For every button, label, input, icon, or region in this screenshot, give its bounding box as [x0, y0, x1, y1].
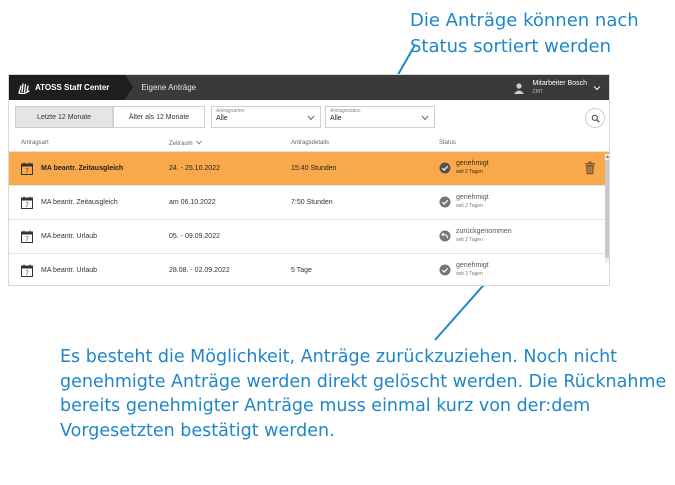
request-period: 05. - 09.09.2022 [169, 233, 220, 240]
chevron-down-icon [421, 115, 429, 121]
header-period[interactable]: Zeitraum [169, 140, 203, 147]
status-since: seit 2 Tagen [456, 237, 483, 243]
status-text: genehmigt [456, 194, 489, 201]
request-status: zurückgenommen seit 2 Tagen [439, 228, 512, 243]
request-status-dropdown[interactable]: Antragsstatus Alle [325, 106, 435, 128]
annotation-top: Die Anträge können nach Status sortiert … [410, 10, 639, 57]
status-since: seit 2 Tagen [456, 271, 483, 277]
check-circle-icon [439, 264, 451, 276]
request-type: MA beantr. Urlaub [41, 267, 98, 274]
user-avatar-icon [513, 82, 524, 94]
chevron-down-icon [307, 115, 315, 121]
calendar-icon: 7 [21, 230, 33, 243]
table-header: Antragsart Zeitraum Antragsdetails Statu… [9, 134, 609, 152]
header-status[interactable]: Status [439, 140, 456, 146]
request-status: genehmigt seit 2 Tagen [439, 160, 489, 175]
table-row[interactable]: 7 MA beantr. Urlaub 28.08. - 02.09.2022 … [9, 254, 609, 285]
request-details: 15:40 Stunden [291, 165, 337, 172]
user-name: Mitarbeiter Bosch [532, 79, 587, 87]
range-older-12-button[interactable]: Älter als 12 Monate [113, 106, 205, 128]
request-status-value: Alle [330, 115, 342, 122]
search-button[interactable] [585, 108, 605, 128]
check-circle-icon [439, 162, 451, 174]
request-type: MA beantr. Urlaub [41, 233, 98, 240]
request-period: am 06.10.2022 [169, 199, 216, 206]
user-org: ZMT [532, 88, 543, 95]
header-type[interactable]: Antragsart [21, 140, 49, 146]
undo-circle-icon [439, 230, 451, 242]
range-last-12-button[interactable]: Letzte 12 Monate [15, 106, 113, 128]
status-text: zurückgenommen [456, 228, 512, 235]
status-text: genehmigt [456, 262, 489, 269]
calendar-icon: 7 [21, 162, 33, 175]
app-window: ATOSS Staff Center Eigene Anträge Mitarb… [8, 74, 610, 286]
request-status: genehmigt seit 2 Tagen [439, 262, 489, 277]
request-list: 7 MA beantr. Zeitausgleich 24. - 25.10.2… [9, 152, 609, 285]
status-since: seit 2 Tagen [456, 203, 483, 209]
calendar-icon: 7 [21, 264, 33, 277]
table-row[interactable]: 7 MA beantr. Zeitausgleich 24. - 25.10.2… [9, 152, 609, 186]
search-icon [591, 114, 600, 123]
request-type-value: Alle [216, 115, 228, 122]
annotation-bottom: Es besteht die Möglichkeit, Anträge zurü… [60, 347, 667, 441]
table-row[interactable]: 7 MA beantr. Zeitausgleich am 06.10.2022… [9, 186, 609, 220]
brand-name: ATOSS Staff Center [35, 83, 110, 92]
trash-icon[interactable] [584, 161, 596, 175]
top-bar: ATOSS Staff Center Eigene Anträge Mitarb… [9, 75, 609, 100]
table-row[interactable]: 7 MA beantr. Urlaub 05. - 09.09.2022 zur… [9, 220, 609, 254]
request-type: MA beantr. Zeitausgleich [41, 165, 124, 172]
request-status-label: Antragsstatus [330, 108, 361, 114]
hand-logo-icon [18, 82, 30, 94]
user-menu[interactable]: Mitarbeiter Bosch ZMT [513, 75, 601, 100]
request-period: 28.08. - 02.09.2022 [169, 267, 230, 274]
status-since: seit 2 Tagen [456, 169, 483, 175]
request-type: MA beantr. Zeitausgleich [41, 199, 118, 206]
request-period: 24. - 25.10.2022 [169, 165, 220, 172]
status-text: genehmigt [456, 160, 489, 167]
calendar-icon: 7 [21, 196, 33, 209]
scroll-up-icon[interactable] [605, 154, 610, 159]
request-type-label: Antragsarten [216, 108, 245, 114]
scrollbar-thumb[interactable] [605, 160, 609, 258]
request-details: 7:50 Stunden [291, 199, 333, 206]
request-type-dropdown[interactable]: Antragsarten Alle [211, 106, 321, 128]
chevron-down-icon [593, 85, 601, 90]
scrollbar[interactable] [605, 154, 610, 263]
header-period-label: Zeitraum [169, 141, 193, 147]
request-status: genehmigt seit 2 Tagen [439, 194, 489, 209]
brand-logo[interactable]: ATOSS Staff Center [9, 75, 134, 100]
sort-chevron-icon [196, 140, 203, 145]
check-circle-icon [439, 196, 451, 208]
breadcrumb-page: Eigene Anträge [141, 83, 197, 92]
header-details[interactable]: Antragsdetails [291, 140, 329, 146]
request-details: 5 Tage [291, 267, 312, 274]
filter-bar: Letzte 12 Monate Älter als 12 Monate Ant… [9, 106, 609, 132]
